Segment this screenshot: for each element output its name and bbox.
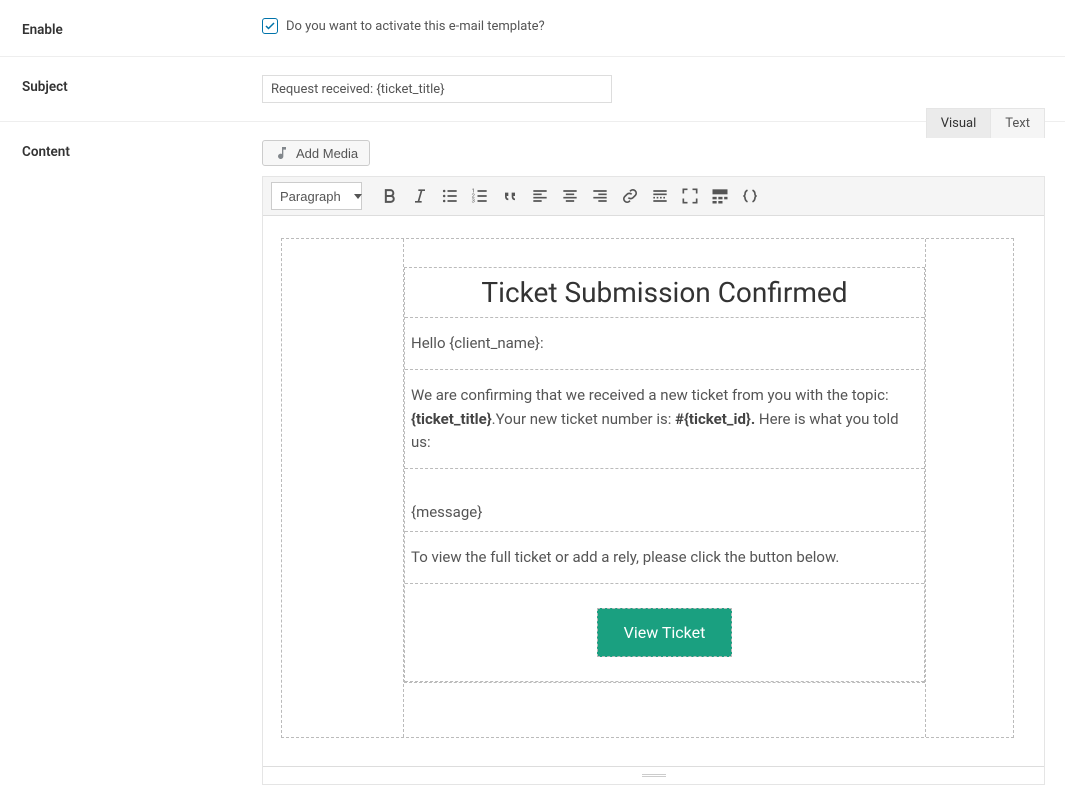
editor-tabs: Visual Text (926, 108, 1045, 138)
ol-button[interactable]: 123 (466, 182, 494, 210)
toolbar-toggle-button[interactable] (706, 182, 734, 210)
shortcode-button[interactable] (736, 182, 764, 210)
music-note-icon (274, 145, 290, 161)
view-ticket-button[interactable]: View Ticket (597, 608, 733, 657)
template-greeting[interactable]: Hello {client_name}: (405, 318, 924, 370)
editor-resize-handle[interactable] (263, 766, 1044, 784)
readmore-button[interactable] (646, 182, 674, 210)
editor-canvas[interactable]: Ticket Submission Confirmed Hello {clien… (263, 216, 1044, 766)
subject-row: Subject (0, 57, 1065, 122)
enable-description: Do you want to activate this e-mail temp… (286, 19, 545, 34)
content-row: Content Add Media Visual Text Paragraph … (0, 122, 1065, 803)
editor: Paragraph 123 (262, 176, 1045, 785)
template-cta-wrap: View Ticket (405, 584, 924, 682)
align-right-button[interactable] (586, 182, 614, 210)
align-center-button[interactable] (556, 182, 584, 210)
subject-label: Subject (22, 75, 262, 103)
format-select[interactable]: Paragraph (271, 182, 362, 210)
content-label: Content (22, 140, 262, 785)
template-card: Ticket Submission Confirmed Hello {clien… (404, 267, 925, 683)
subject-input[interactable] (262, 75, 612, 103)
template-side-left (282, 239, 404, 737)
template-side-right (925, 239, 1013, 737)
add-media-button[interactable]: Add Media (262, 140, 370, 166)
tab-visual[interactable]: Visual (926, 108, 991, 138)
editor-toolbar: Paragraph 123 (263, 177, 1044, 216)
template-message-placeholder[interactable]: {message} (405, 469, 924, 532)
enable-checkbox[interactable] (262, 18, 278, 34)
italic-button[interactable] (406, 182, 434, 210)
fullscreen-button[interactable] (676, 182, 704, 210)
template-body-1[interactable]: We are confirming that we received a new… (405, 370, 924, 469)
template-heading[interactable]: Ticket Submission Confirmed (405, 268, 924, 318)
template-outer: Ticket Submission Confirmed Hello {clien… (281, 238, 1014, 738)
ul-button[interactable] (436, 182, 464, 210)
template-body-2[interactable]: To view the full ticket or add a rely, p… (405, 532, 924, 584)
align-left-button[interactable] (526, 182, 554, 210)
bold-button[interactable] (376, 182, 404, 210)
quote-button[interactable] (496, 182, 524, 210)
link-button[interactable] (616, 182, 644, 210)
tab-text[interactable]: Text (990, 108, 1045, 138)
enable-label: Enable (22, 18, 262, 38)
svg-text:3: 3 (472, 199, 475, 205)
enable-row: Enable Do you want to activate this e-ma… (0, 0, 1065, 57)
